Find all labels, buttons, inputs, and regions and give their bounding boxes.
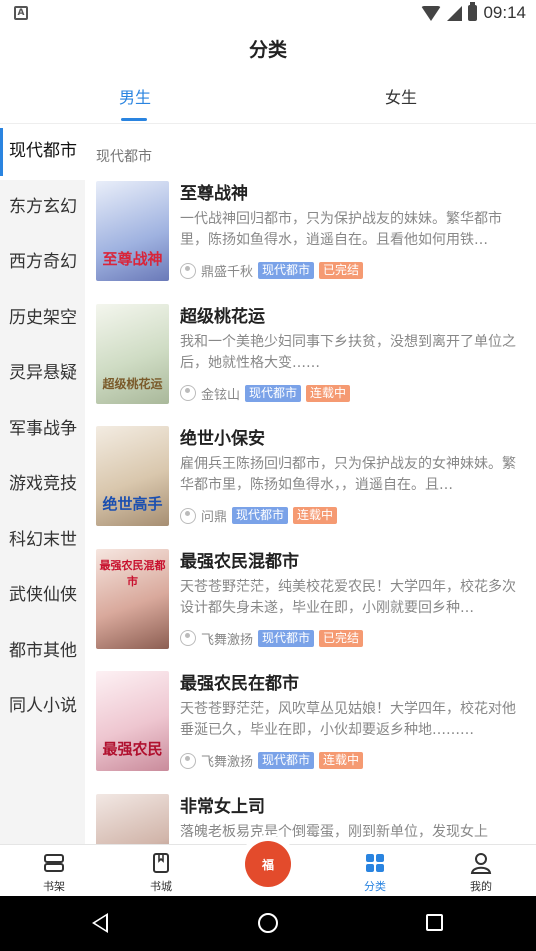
category-tag: 现代都市 [232, 507, 289, 524]
author-icon [180, 752, 196, 769]
book-cover: 最强农民混都市 [96, 548, 169, 649]
nav-label: 书架 [43, 880, 65, 893]
category-tag: 现代都市 [258, 262, 315, 279]
nav-profile[interactable]: 我的 [441, 845, 521, 897]
book-author: 金铉山 [201, 387, 241, 403]
book-cover: 最强农民 [96, 671, 169, 771]
nav-label: 我的 [470, 880, 492, 893]
sidebar-item-eastern-fantasy[interactable]: 东方玄幻 [0, 180, 85, 236]
sidebar-item-western-fantasy[interactable]: 西方奇幻 [0, 235, 85, 291]
book-item[interactable]: 非常女上司 落魄老板易克是个倒霉蛋，刚到新单位，发现女上 [85, 792, 536, 844]
nav-bookstore[interactable]: 书城 [121, 845, 201, 897]
book-cover: 至尊战神 [96, 181, 169, 281]
page-title: 分类 [248, 39, 287, 61]
book-meta: 鼎盛千秋 现代都市 已完结 [180, 261, 364, 280]
system-nav-bar [0, 896, 536, 951]
book-description: 我和一个美艳少妇同事下乡扶贫，没想到离开了单位之后，她就性格大变…… [180, 333, 516, 371]
welfare-icon: 福 [245, 841, 291, 887]
book-title: 超级桃花运 [180, 306, 265, 327]
bookstore-icon [153, 853, 169, 873]
nav-bookshelf[interactable]: 书架 [14, 845, 94, 897]
category-tag: 现代都市 [258, 752, 315, 769]
sidebar-item-wuxia[interactable]: 武侠仙侠 [0, 568, 85, 624]
sidebar-item-scifi[interactable]: 科幻末世 [0, 513, 85, 569]
category-sidebar: 现代都市 东方玄幻 西方奇幻 历史架空 灵异悬疑 军事战争 游戏竞技 科幻末世 … [0, 124, 85, 844]
book-author: 飞舞激扬 [201, 755, 254, 770]
book-description: 一代战神回归都市，只为保护战友的妹妹。繁华都市里，陈扬如鱼得水，逍遥自在。且看他… [180, 211, 502, 248]
book-item[interactable]: 绝世高手 绝世小保安 雇佣兵王陈扬回归都市，只为保护战友的女神妹妹。繁华都市里，… [85, 424, 536, 547]
book-meta: 飞舞激扬 现代都市 连载中 [180, 751, 364, 770]
book-description: 雇佣兵王陈扬回归都市，只为保护战友的女神妹妹。繁华都市里，陈扬如鱼得水，，逍遥自… [180, 456, 516, 493]
category-tag: 现代都市 [245, 384, 302, 402]
signal-icon [447, 5, 463, 21]
book-list-panel: 现代都市 至尊战神 至尊战神 一代战神回归都市，只为保护战友的妹妹。繁华都市里，… [85, 124, 536, 844]
status-tag: 已完结 [319, 262, 364, 279]
sidebar-item-gaming[interactable]: 游戏竞技 [0, 457, 85, 513]
recent-apps-icon[interactable] [426, 914, 443, 931]
welfare-label: 福 [261, 858, 274, 872]
notification-icon: A [14, 6, 28, 20]
sidebar-item-supernatural[interactable]: 灵异悬疑 [0, 346, 85, 402]
bookshelf-icon [44, 854, 64, 872]
sidebar-item-military[interactable]: 军事战争 [0, 402, 85, 458]
status-bar: A 09:14 [0, 0, 536, 28]
book-title: 最强农民在都市 [180, 674, 299, 694]
back-icon[interactable] [92, 913, 108, 933]
page-header: 分类 [0, 28, 536, 72]
author-icon [180, 262, 196, 279]
nav-label: 分类 [364, 880, 386, 893]
author-icon [180, 630, 196, 646]
tab-female[interactable]: 女生 [351, 78, 451, 124]
cover-title: 至尊战神 [102, 250, 163, 268]
nav-category[interactable]: 分类 [335, 845, 415, 897]
cover-title: 绝世高手 [102, 495, 163, 513]
status-tag: 连载中 [306, 384, 351, 402]
book-title: 最强农民混都市 [180, 551, 299, 572]
clock: 09:14 [483, 3, 526, 22]
cover-title: 超级桃花运 [102, 376, 163, 391]
book-meta: 飞舞激扬 现代都市 已完结 [180, 629, 364, 648]
book-author: 鼎盛千秋 [201, 265, 254, 280]
book-author: 问鼎 [201, 510, 228, 525]
book-item[interactable]: 最强农民混都市 最强农民混都市 天苍苍野茫茫，纯美校花爱农民！大学四年，校花多次… [85, 547, 536, 670]
book-title: 绝世小保安 [180, 429, 265, 449]
gender-tabs: 男生 女生 [0, 78, 536, 124]
bottom-nav: 书架 书城 福 分类 我的 [0, 838, 536, 897]
book-author: 飞舞激扬 [201, 632, 254, 648]
profile-icon [470, 853, 492, 874]
sidebar-item-alt-history[interactable]: 历史架空 [0, 291, 85, 347]
book-description: 落魄老板易克是个倒霉蛋，刚到新单位，发现女上 [180, 823, 488, 840]
category-icon [366, 854, 384, 872]
book-title: 非常女上司 [180, 796, 265, 817]
book-title: 至尊战神 [180, 184, 248, 204]
author-icon [180, 507, 196, 524]
cover-title: 最强农民 [102, 740, 163, 758]
sidebar-item-urban-other[interactable]: 都市其他 [0, 624, 85, 680]
book-meta: 问鼎 现代都市 连载中 [180, 506, 338, 525]
book-cover: 绝世高手 [96, 426, 169, 526]
status-tag: 连载中 [293, 507, 338, 524]
active-tab-indicator [121, 118, 147, 121]
home-icon[interactable] [258, 913, 278, 933]
book-cover: 超级桃花运 [96, 303, 169, 404]
sidebar-item-fanfic[interactable]: 同人小说 [0, 679, 85, 735]
author-icon [180, 385, 196, 401]
category-tag: 现代都市 [258, 629, 315, 647]
book-cover [96, 793, 169, 844]
nav-label: 书城 [150, 880, 172, 893]
book-description: 天苍苍野茫茫，纯美校花爱农民！大学四年，校花多次设计都失身未遂，毕业在即，小刚就… [180, 578, 516, 616]
sidebar-item-modern-urban[interactable]: 现代都市 [0, 124, 85, 180]
cover-title: 最强农民混都市 [99, 558, 166, 588]
welfare-button[interactable]: 福 [242, 838, 294, 890]
book-item[interactable]: 超级桃花运 超级桃花运 我和一个美艳少妇同事下乡扶贫，没想到离开了单位之后，她就… [85, 302, 536, 425]
wifi-icon [421, 5, 442, 21]
section-title: 现代都市 [96, 149, 152, 165]
book-description: 天苍苍野茫茫，风吹草丛见姑娘！大学四年，校花对他垂涎已久，毕业在即，小伙却要返乡… [180, 701, 516, 738]
status-tag: 已完结 [319, 629, 364, 647]
status-tag: 连载中 [319, 752, 364, 769]
battery-icon [468, 2, 478, 21]
book-item[interactable]: 最强农民 最强农民在都市 天苍苍野茫茫，风吹草丛见姑娘！大学四年，校花对他垂涎已… [85, 669, 536, 792]
book-meta: 金铉山 现代都市 连载中 [180, 384, 351, 403]
book-item[interactable]: 至尊战神 至尊战神 一代战神回归都市，只为保护战友的妹妹。繁华都市里，陈扬如鱼得… [85, 179, 536, 302]
